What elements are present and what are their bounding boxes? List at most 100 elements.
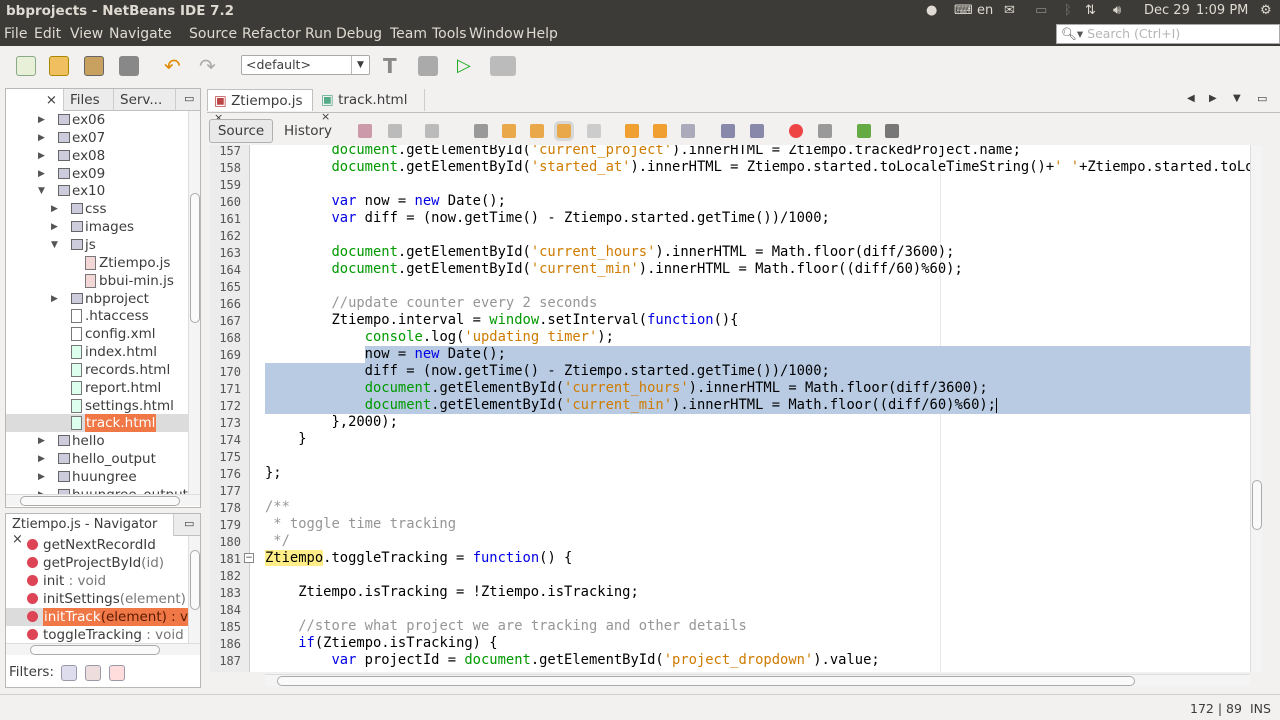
next-bookmark-icon[interactable] bbox=[653, 124, 667, 138]
editor-vscrollbar[interactable] bbox=[1250, 145, 1262, 672]
tree-vscrollbar[interactable] bbox=[188, 111, 200, 494]
minimize-icon[interactable]: ▭ bbox=[184, 517, 194, 530]
close-icon[interactable]: × bbox=[46, 92, 57, 108]
power-icon[interactable]: ⚙ bbox=[1260, 3, 1272, 18]
menu-navigate[interactable]: Navigate bbox=[109, 26, 172, 42]
tab-track-html[interactable]: ▣ track.html × bbox=[315, 89, 425, 123]
date[interactable]: Dec 29 bbox=[1144, 3, 1190, 18]
tree-item[interactable]: ▶ huungree_output bbox=[6, 486, 188, 494]
back-icon[interactable] bbox=[388, 124, 402, 138]
tree-item[interactable]: ▶ css bbox=[6, 200, 188, 218]
shift-left-icon[interactable] bbox=[721, 124, 735, 138]
menu-run[interactable]: Run bbox=[305, 26, 332, 42]
new-project-icon[interactable] bbox=[49, 56, 69, 76]
tab-projects[interactable]: × bbox=[6, 89, 64, 111]
menu-refactor[interactable]: Refactor bbox=[242, 26, 301, 42]
tree-item[interactable]: ▶ hello_output bbox=[6, 450, 188, 468]
toggle-bookmark-icon[interactable] bbox=[681, 124, 695, 138]
new-file-icon[interactable] bbox=[16, 56, 36, 76]
uncomment-icon[interactable] bbox=[885, 124, 899, 138]
tree-item[interactable]: .htaccess bbox=[6, 307, 188, 325]
tab-list-icon[interactable]: ▼ bbox=[1233, 93, 1241, 104]
undo-icon[interactable]: ↶ bbox=[164, 56, 184, 76]
collapsed-arrow-icon[interactable]: ▶ bbox=[38, 129, 45, 147]
tab-ztiempo-js[interactable]: ▣ Ztiempo.js × bbox=[207, 89, 313, 124]
navigator-title[interactable]: Ztiempo.js - Navigator × bbox=[6, 514, 174, 547]
menu-file[interactable]: File bbox=[4, 26, 27, 42]
network-icon[interactable]: ⇅ bbox=[1085, 3, 1096, 18]
tree-item[interactable]: settings.html bbox=[6, 397, 188, 415]
clean-build-icon[interactable] bbox=[418, 56, 438, 76]
collapsed-arrow-icon[interactable]: ▶ bbox=[51, 290, 58, 308]
filter-static-icon[interactable] bbox=[85, 665, 101, 681]
navigator-hscrollbar[interactable] bbox=[6, 643, 200, 655]
tab-services[interactable]: Serv... bbox=[114, 89, 176, 111]
find-next-icon[interactable] bbox=[530, 124, 544, 138]
open-project-icon[interactable] bbox=[84, 56, 104, 76]
menu-source[interactable]: Source bbox=[189, 26, 237, 42]
volume-icon[interactable]: 🔊︎ bbox=[1113, 3, 1121, 18]
collapsed-arrow-icon[interactable]: ▶ bbox=[38, 486, 45, 494]
filter-fields-icon[interactable] bbox=[61, 665, 77, 681]
tree-item[interactable]: ▶ ex07 bbox=[6, 129, 188, 147]
menu-help[interactable]: Help bbox=[526, 26, 558, 42]
tree-item[interactable]: Ztiempo.js bbox=[6, 254, 188, 272]
find-icon[interactable] bbox=[474, 124, 488, 138]
close-icon[interactable]: × bbox=[321, 110, 330, 123]
navigator-item[interactable]: initTrack(element) : void bbox=[6, 608, 188, 626]
mail-icon[interactable]: ✉ bbox=[1004, 3, 1015, 18]
search-input[interactable]: 🔍︎▾ Search (Ctrl+I) bbox=[1056, 24, 1280, 44]
collapsed-arrow-icon[interactable]: ▶ bbox=[38, 165, 45, 183]
expanded-arrow-icon[interactable]: ▼ bbox=[38, 182, 45, 200]
find-previous-icon[interactable] bbox=[502, 124, 516, 138]
scroll-tabs-left-icon[interactable]: ◀ bbox=[1187, 93, 1195, 104]
expanded-arrow-icon[interactable]: ▼ bbox=[51, 236, 58, 254]
tree-item[interactable]: ▼ js bbox=[6, 236, 188, 254]
tree-item[interactable]: ▶ ex06 bbox=[6, 111, 188, 129]
navigator-item[interactable]: init : void bbox=[6, 572, 188, 590]
battery-icon[interactable]: ▭ bbox=[1035, 3, 1047, 18]
tree-item[interactable]: report.html bbox=[6, 379, 188, 397]
code-editor[interactable]: 157 158 159 160 161 162 163 164 165 166 167 168 169 1… bbox=[210, 145, 1250, 672]
navigator-item[interactable]: toggleTracking : void bbox=[6, 626, 188, 643]
collapsed-arrow-icon[interactable]: ▶ bbox=[38, 468, 45, 486]
menu-edit[interactable]: Edit bbox=[34, 26, 61, 42]
evernote-icon[interactable]: ● bbox=[926, 3, 937, 18]
start-macro-icon[interactable] bbox=[789, 124, 803, 138]
collapsed-arrow-icon[interactable]: ▶ bbox=[38, 111, 45, 129]
tree-item[interactable]: ▶ ex09 bbox=[6, 165, 188, 183]
collapsed-arrow-icon[interactable]: ▶ bbox=[38, 450, 45, 468]
clock[interactable]: 1:09 PM bbox=[1196, 3, 1248, 18]
previous-bookmark-icon[interactable] bbox=[625, 124, 639, 138]
tree-item[interactable]: track.html bbox=[6, 414, 188, 433]
tree-item[interactable]: bbui-min.js bbox=[6, 272, 188, 290]
comment-icon[interactable] bbox=[857, 124, 871, 138]
forward-icon[interactable] bbox=[425, 124, 439, 138]
navigator-vscrollbar[interactable] bbox=[188, 536, 200, 643]
keyboard-icon[interactable]: ⌨ bbox=[954, 3, 973, 18]
collapsed-arrow-icon[interactable]: ▶ bbox=[38, 432, 45, 450]
chevron-down-icon[interactable]: ▼ bbox=[351, 56, 369, 74]
tab-files[interactable]: Files bbox=[64, 89, 114, 111]
close-project-icon[interactable] bbox=[119, 56, 139, 76]
navigator-item[interactable]: initSettings(element) : bbox=[6, 590, 188, 608]
last-edit-icon[interactable] bbox=[358, 124, 372, 138]
tree-item[interactable]: ▼ ex10 bbox=[6, 182, 188, 200]
debug-icon[interactable] bbox=[490, 56, 516, 76]
minimize-icon[interactable]: ▭ bbox=[184, 92, 194, 105]
menu-window[interactable]: Window bbox=[469, 26, 524, 42]
maximize-icon[interactable]: ▭ bbox=[1257, 92, 1267, 105]
shift-right-icon[interactable] bbox=[750, 124, 764, 138]
find-selection-icon[interactable] bbox=[587, 124, 601, 138]
menu-debug[interactable]: Debug bbox=[336, 26, 382, 42]
menu-view[interactable]: View bbox=[70, 26, 103, 42]
menu-team[interactable]: Team bbox=[390, 26, 427, 42]
collapsed-arrow-icon[interactable]: ▶ bbox=[51, 200, 58, 218]
menu-tools[interactable]: Tools bbox=[432, 26, 467, 42]
history-view-button[interactable]: History bbox=[284, 123, 332, 139]
stop-macro-icon[interactable] bbox=[818, 124, 832, 138]
tree-item[interactable]: ▶ images bbox=[6, 218, 188, 236]
redo-icon[interactable]: ↷ bbox=[199, 56, 219, 76]
toggle-highlight-icon[interactable] bbox=[554, 121, 574, 141]
build-icon[interactable]: T bbox=[383, 56, 403, 76]
